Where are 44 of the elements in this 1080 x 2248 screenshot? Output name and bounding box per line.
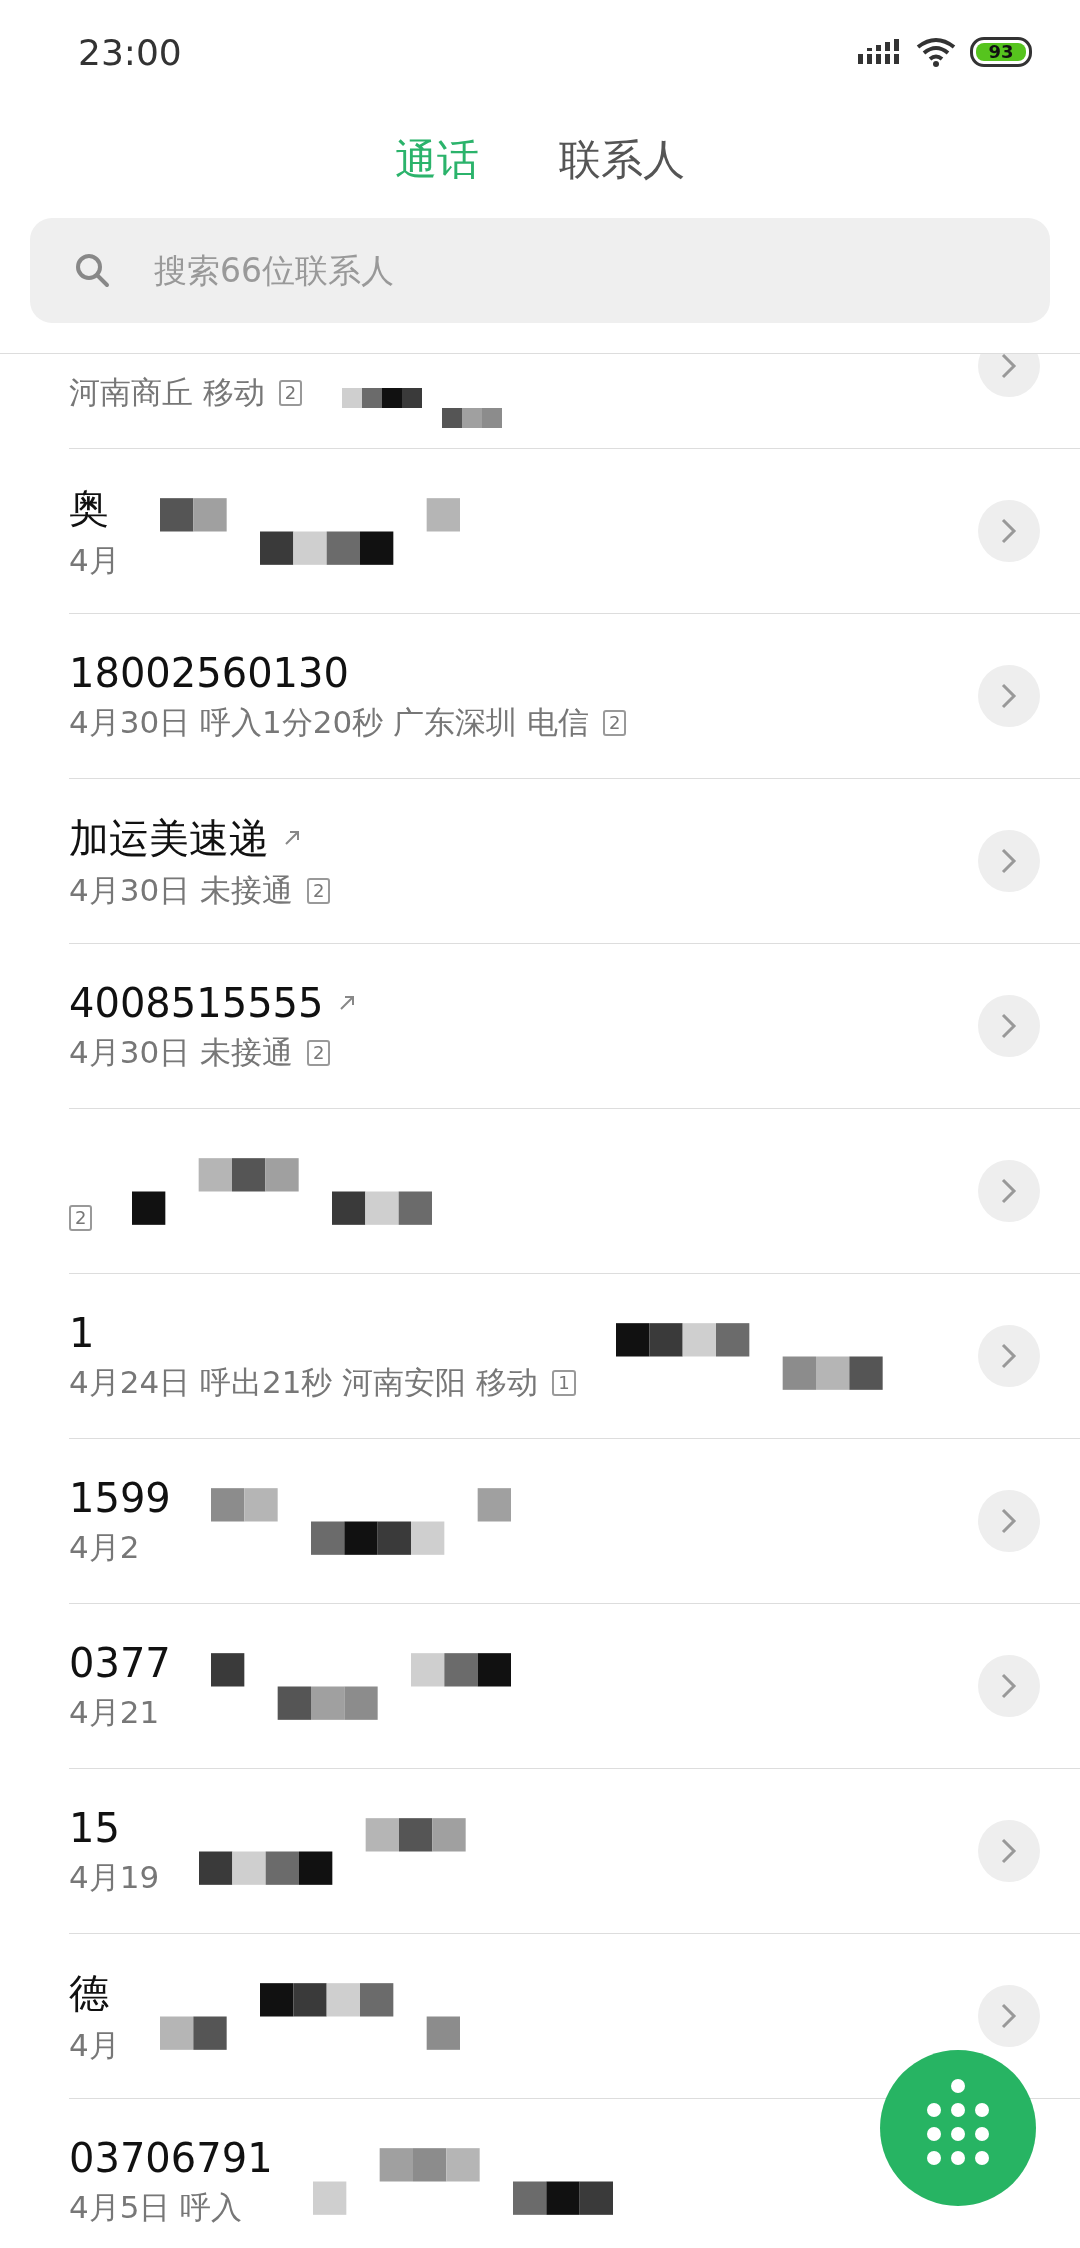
call-detail: 河南商丘 移动	[69, 373, 265, 412]
sim-badge: 2	[602, 710, 627, 736]
caller-name: 1	[69, 1310, 95, 1356]
call-detail: 4月	[69, 540, 120, 580]
signal-icon	[858, 39, 902, 65]
caller-name: 加运美速递	[69, 813, 269, 863]
sim-badge: 2	[278, 380, 303, 406]
call-row[interactable]: 加运美速递 4月30日 未接通 2	[69, 779, 1080, 944]
caller-name: 4008515555	[69, 980, 324, 1026]
caller-name: 18002560130	[69, 650, 349, 696]
wifi-icon	[916, 37, 956, 67]
call-detail: 4月2	[69, 1528, 140, 1567]
call-row[interactable]: 1599 4月2	[69, 1439, 1080, 1604]
caller-name: 0377	[69, 1640, 171, 1686]
call-row[interactable]: 河南商丘 移动 2	[69, 354, 1080, 449]
sim-badge: 2	[307, 877, 331, 904]
call-row[interactable]: 1 4月24日 呼出21秒 河南安阳 移动 1	[69, 1274, 1080, 1439]
sim-badge: 2	[69, 1205, 93, 1231]
call-detail: 4月30日 呼入1分20秒 广东深圳 电信	[69, 703, 589, 742]
call-row[interactable]: 奥 4月	[69, 449, 1080, 614]
caller-name: 德	[69, 1968, 109, 2018]
sim-badge: 1	[552, 1370, 576, 1396]
tab[interactable]: 联系人	[559, 132, 685, 188]
sim-badge: 2	[307, 1040, 331, 1066]
call-detail: 4月24日 呼出21秒 河南安阳 移动	[69, 1363, 539, 1402]
caller-name: 奥	[69, 483, 109, 533]
call-row[interactable]: 2	[69, 1109, 1080, 1274]
call-detail: 4月30日 未接通	[69, 870, 294, 910]
call-row[interactable]: 15 4月19	[69, 1769, 1080, 1934]
search-icon	[74, 252, 110, 288]
clock-time: 23:00	[78, 31, 182, 73]
call-detail: 4月19	[69, 1858, 160, 1897]
caller-name: 1599	[69, 1475, 171, 1521]
call-detail: 4月21	[69, 1693, 160, 1732]
caller-name: 03706791	[69, 2135, 273, 2181]
search-field[interactable]: 搜索66位联系人	[30, 218, 1050, 323]
call-row[interactable]: 18002560130 4月30日 呼入1分20秒 广东深圳 电信 2	[69, 614, 1080, 779]
battery-level: 93	[976, 43, 1026, 61]
call-detail: 4月5日 呼入	[69, 2188, 243, 2227]
call-row[interactable]: 0377 4月21	[69, 1604, 1080, 1769]
caller-name: 15	[69, 1805, 120, 1851]
call-detail: 4月	[69, 2025, 120, 2065]
call-row[interactable]: 4008515555 4月30日 未接通 2	[69, 944, 1080, 1109]
call-detail: 4月30日 未接通	[69, 1033, 294, 1072]
